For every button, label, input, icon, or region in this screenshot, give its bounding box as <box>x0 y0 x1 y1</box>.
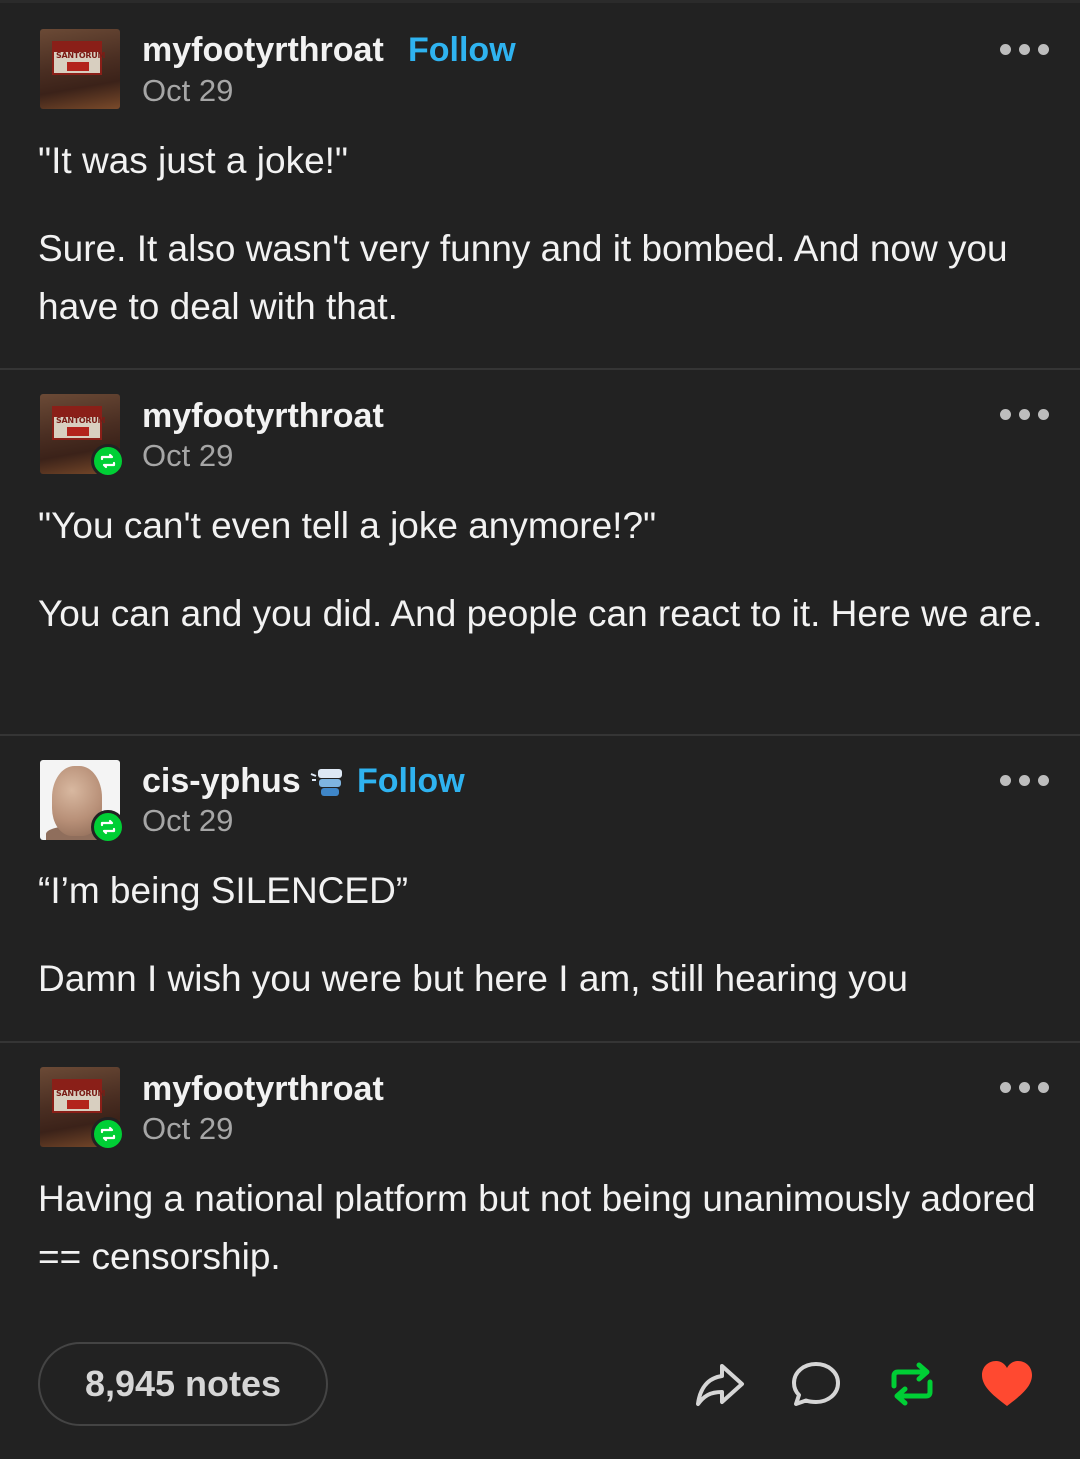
post-paragraph: Having a national platform but not being… <box>38 1178 1036 1277</box>
reblog-badge-icon <box>91 444 125 478</box>
post-paragraph: Sure. It also wasn't very funny and it b… <box>38 228 1008 327</box>
top-border <box>0 0 1080 3</box>
sign-image: SANTORUM <box>52 1079 105 1113</box>
more-options-icon[interactable] <box>1000 42 1050 56</box>
blog-badge-icon <box>310 766 346 800</box>
username[interactable]: myfootyrthroat <box>142 1069 384 1109</box>
post-divider <box>0 1041 1080 1043</box>
reply-icon[interactable] <box>788 1356 844 1412</box>
reblog-badge-icon <box>91 1117 125 1151</box>
post-paragraph: "You can't even tell a joke anymore!?" <box>38 505 657 546</box>
post-date: Oct 29 <box>142 73 234 108</box>
username[interactable]: myfootyrthroat <box>142 396 384 436</box>
more-options-icon[interactable] <box>1000 773 1050 787</box>
sign-image: SANTORUM <box>52 41 105 75</box>
username[interactable]: myfootyrthroat <box>142 30 384 70</box>
post-paragraph: “I’m being SILENCED” <box>38 870 409 911</box>
post-date: Oct 29 <box>142 803 234 838</box>
sign-image: SANTORUM <box>52 406 105 440</box>
post-divider <box>0 734 1080 736</box>
follow-button[interactable]: Follow <box>357 761 465 801</box>
follow-button[interactable]: Follow <box>408 30 516 70</box>
notes-button[interactable]: 8,945 notes <box>38 1342 328 1426</box>
reblog-icon[interactable] <box>884 1356 940 1412</box>
share-icon[interactable] <box>692 1356 748 1412</box>
post-paragraph: You can and you did. And people can reac… <box>38 593 1043 634</box>
username[interactable]: cis-yphus <box>142 761 301 801</box>
more-options-icon[interactable] <box>1000 1080 1050 1094</box>
avatar[interactable]: SANTORUM <box>40 29 120 109</box>
post-paragraph: Damn I wish you were but here I am, stil… <box>38 958 908 999</box>
reblog-badge-icon <box>91 810 125 844</box>
post-date: Oct 29 <box>142 1111 234 1146</box>
more-options-icon[interactable] <box>1000 407 1050 421</box>
post-divider <box>0 368 1080 370</box>
like-icon[interactable] <box>978 1356 1034 1412</box>
post-date: Oct 29 <box>142 438 234 473</box>
post-paragraph: "It was just a joke!" <box>38 140 349 181</box>
